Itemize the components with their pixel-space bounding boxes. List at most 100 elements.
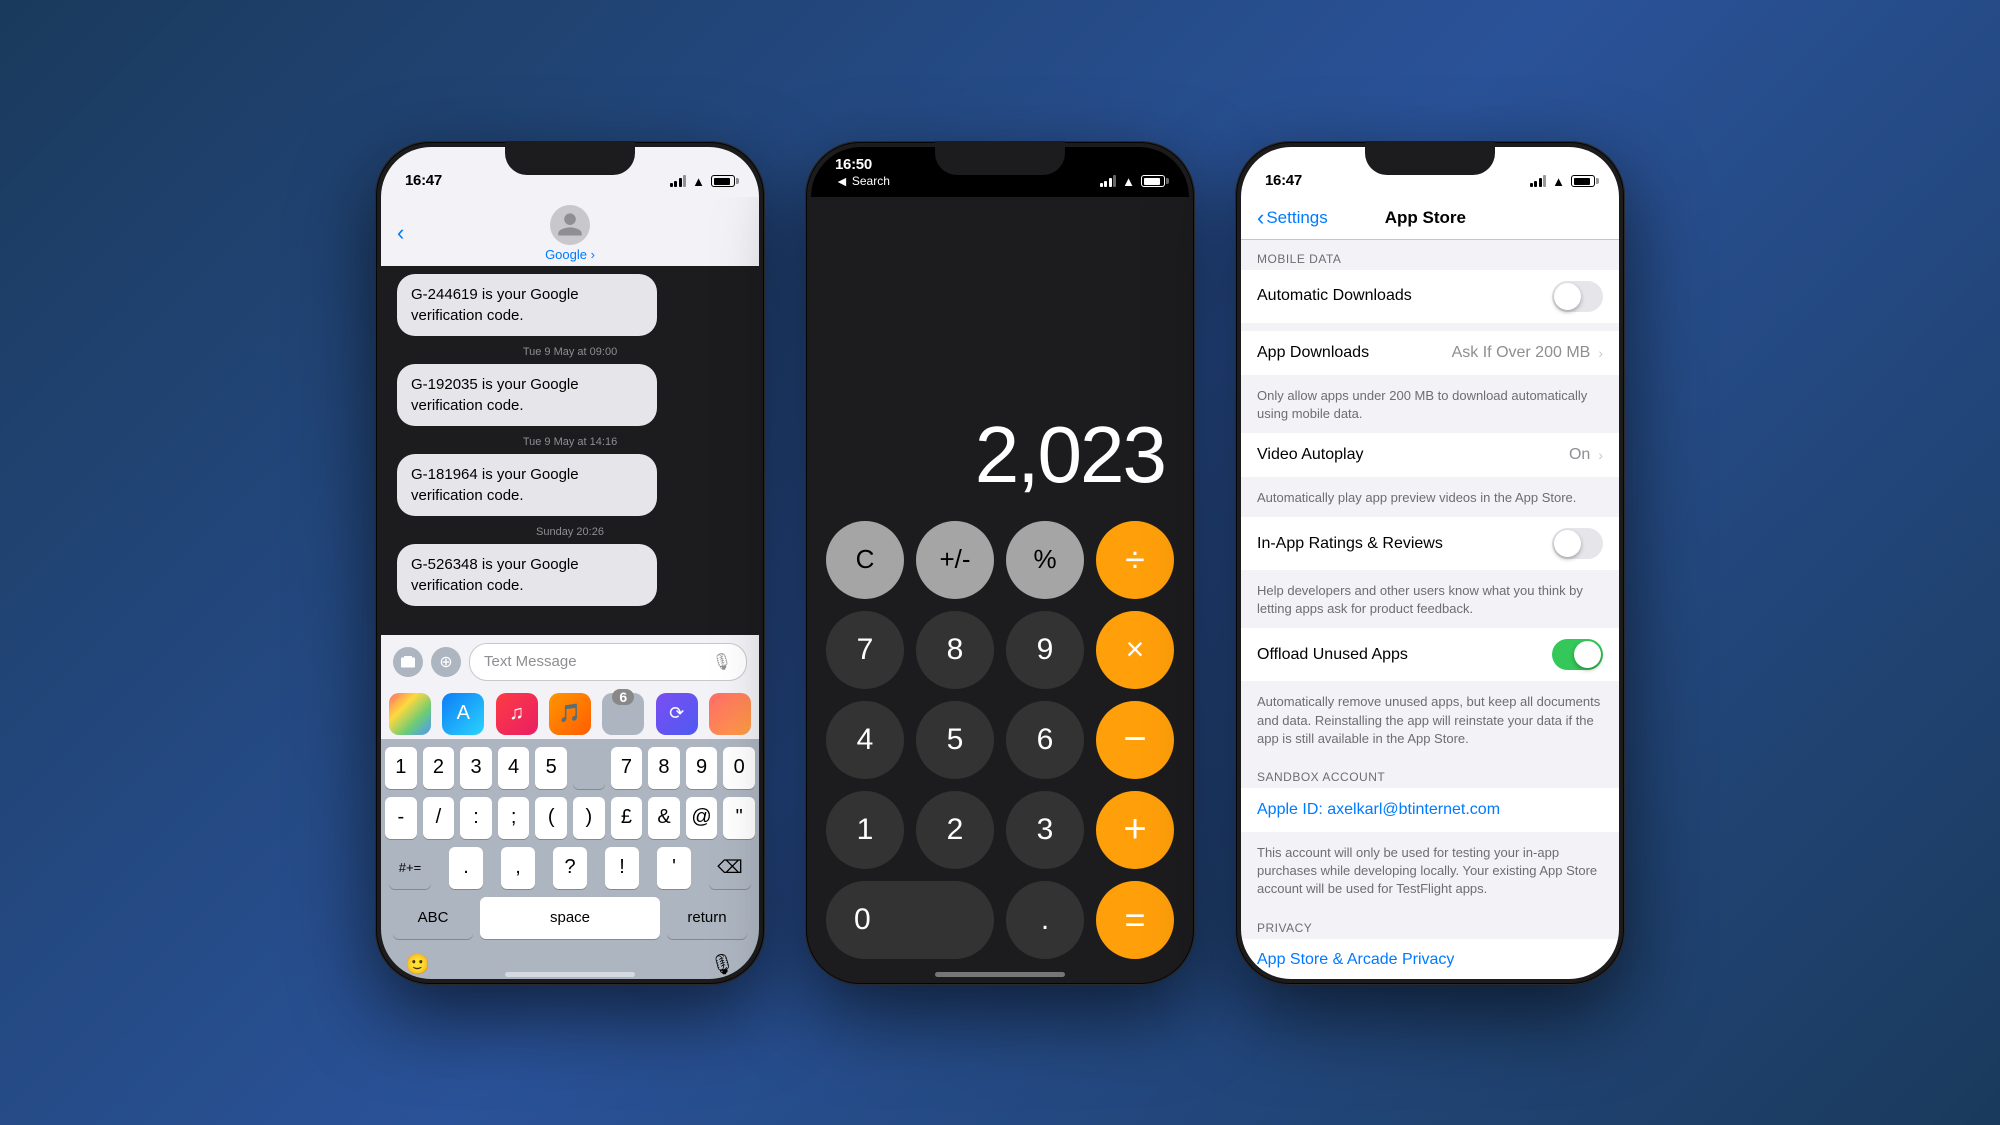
key-3[interactable]: 3 [460, 747, 492, 789]
key-dash[interactable]: - [385, 797, 417, 839]
time-2: 16:50 [835, 156, 872, 173]
mic-keyboard-icon[interactable]: 🎙 [710, 952, 735, 977]
key-question[interactable]: ? [553, 847, 587, 889]
row-video-autoplay[interactable]: Video Autoplay On › [1241, 433, 1619, 477]
btn-2[interactable]: 2 [916, 791, 994, 869]
key-exclaim[interactable]: ! [605, 847, 639, 889]
key-space[interactable] [573, 747, 605, 789]
contact-name[interactable]: Google › [545, 247, 595, 262]
key-8[interactable]: 8 [648, 747, 680, 789]
btn-minus[interactable]: − [1096, 701, 1174, 779]
avatar-app-icon[interactable] [709, 693, 751, 735]
shortcuts-app-icon[interactable]: ⟳ [656, 693, 698, 735]
calc-row-4: 1 2 3 + [823, 791, 1177, 869]
section-mobile-data: MOBILE DATA [1241, 240, 1619, 270]
key-semicolon[interactable]: ; [498, 797, 530, 839]
key-1[interactable]: 1 [385, 747, 417, 789]
key-rparen[interactable]: ) [573, 797, 605, 839]
settings-back-button[interactable]: ‹ Settings [1257, 205, 1328, 231]
toggle-offload-apps[interactable] [1552, 639, 1603, 670]
contact-info[interactable]: Google › [545, 205, 595, 262]
label-app-downloads: App Downloads [1257, 344, 1452, 362]
key-amp[interactable]: & [648, 797, 680, 839]
key-comma[interactable]: , [501, 847, 535, 889]
key-2[interactable]: 2 [423, 747, 455, 789]
btn-divide[interactable]: ÷ [1096, 521, 1174, 599]
memo-app-icon[interactable]: 🎵 [549, 693, 591, 735]
key-4[interactable]: 4 [498, 747, 530, 789]
key-slash[interactable]: / [423, 797, 455, 839]
apps-icon[interactable]: ⊕ [431, 647, 461, 677]
key-apostrophe[interactable]: ' [657, 847, 691, 889]
row-app-downloads[interactable]: App Downloads Ask If Over 200 MB › [1241, 331, 1619, 375]
key-7[interactable]: 7 [611, 747, 643, 789]
btn-decimal[interactable]: . [1006, 881, 1084, 959]
key-period[interactable]: . [449, 847, 483, 889]
btn-4[interactable]: 4 [826, 701, 904, 779]
toggle-inapp-ratings[interactable] [1552, 528, 1603, 559]
row-automatic-downloads: Automatic Downloads [1241, 270, 1619, 323]
key-lparen[interactable]: ( [535, 797, 567, 839]
calc-row-5: 0 . = [823, 881, 1177, 959]
wifi-icon-2: ▲ [1122, 174, 1135, 189]
signal-icon-3 [1530, 175, 1547, 187]
key-hash-plus[interactable]: #+= [389, 847, 431, 889]
home-indicator-1 [505, 972, 635, 977]
emoji-icon[interactable]: 🙂 [405, 952, 430, 977]
status-icons-1: ▲ [670, 174, 735, 189]
phone-settings: 16:47 ▲ ‹ Settings App Store [1235, 141, 1625, 985]
key-colon[interactable]: : [460, 797, 492, 839]
chevron-app-downloads-icon: › [1598, 345, 1603, 361]
row-apple-id[interactable]: Apple ID: axelkarl@btinternet.com [1241, 788, 1619, 832]
btn-9[interactable]: 9 [1006, 611, 1084, 689]
label-inapp-ratings: In-App Ratings & Reviews [1257, 535, 1552, 553]
btn-3[interactable]: 3 [1006, 791, 1084, 869]
badge-icon[interactable]: 6 [602, 693, 644, 735]
key-space[interactable]: space [480, 897, 660, 939]
btn-0[interactable]: 0 [826, 881, 994, 959]
status-icons-2: ▲ [1100, 174, 1165, 189]
key-at[interactable]: @ [686, 797, 718, 839]
btn-percent[interactable]: % [1006, 521, 1084, 599]
messages-nav: ‹ Google › [381, 197, 759, 266]
key-pound[interactable]: £ [611, 797, 643, 839]
music-app-icon[interactable]: ♫ [496, 693, 538, 735]
btn-equals[interactable]: = [1096, 881, 1174, 959]
btn-6[interactable]: 6 [1006, 701, 1084, 779]
photos-app-icon[interactable] [389, 693, 431, 735]
key-5[interactable]: 5 [535, 747, 567, 789]
row-offload-apps: Offload Unused Apps [1241, 628, 1619, 681]
btn-5[interactable]: 5 [916, 701, 994, 779]
calc-row-2: 7 8 9 × [823, 611, 1177, 689]
key-0[interactable]: 0 [723, 747, 755, 789]
camera-icon[interactable] [393, 647, 423, 677]
btn-clear[interactable]: C [826, 521, 904, 599]
key-backspace[interactable]: ⌫ [709, 847, 751, 889]
back-search[interactable]: ◄ Search [835, 173, 890, 189]
btn-1[interactable]: 1 [826, 791, 904, 869]
appstore-app-icon[interactable]: A [442, 693, 484, 735]
btn-multiply[interactable]: × [1096, 611, 1174, 689]
calc-number: 2,023 [975, 409, 1165, 501]
calculator-display: 2,023 [811, 197, 1189, 521]
back-arrow-icon: ‹ [397, 220, 404, 246]
back-button[interactable]: ‹ [397, 220, 404, 246]
time-3: 16:47 [1265, 172, 1302, 189]
btn-plus[interactable]: + [1096, 791, 1174, 869]
message-text-input[interactable]: Text Message 🎙 [469, 643, 747, 681]
search-back-label: Search [852, 174, 890, 188]
toggle-automatic-downloads[interactable] [1552, 281, 1603, 312]
wifi-icon-3: ▲ [1552, 174, 1565, 189]
battery-icon-3 [1571, 175, 1595, 187]
key-return[interactable]: return [667, 897, 747, 939]
btn-plusminus[interactable]: +/- [916, 521, 994, 599]
key-9[interactable]: 9 [686, 747, 718, 789]
signal-icon-1 [670, 175, 687, 187]
key-quote[interactable]: " [723, 797, 755, 839]
group-inapp-ratings: In-App Ratings & Reviews [1241, 517, 1619, 570]
btn-8[interactable]: 8 [916, 611, 994, 689]
btn-7[interactable]: 7 [826, 611, 904, 689]
key-abc[interactable]: ABC [393, 897, 473, 939]
phone-messages: 1 6:4 7 ▲ ‹ [375, 141, 765, 985]
message-bubble-4: G-526348 is your Google verification cod… [397, 544, 657, 606]
